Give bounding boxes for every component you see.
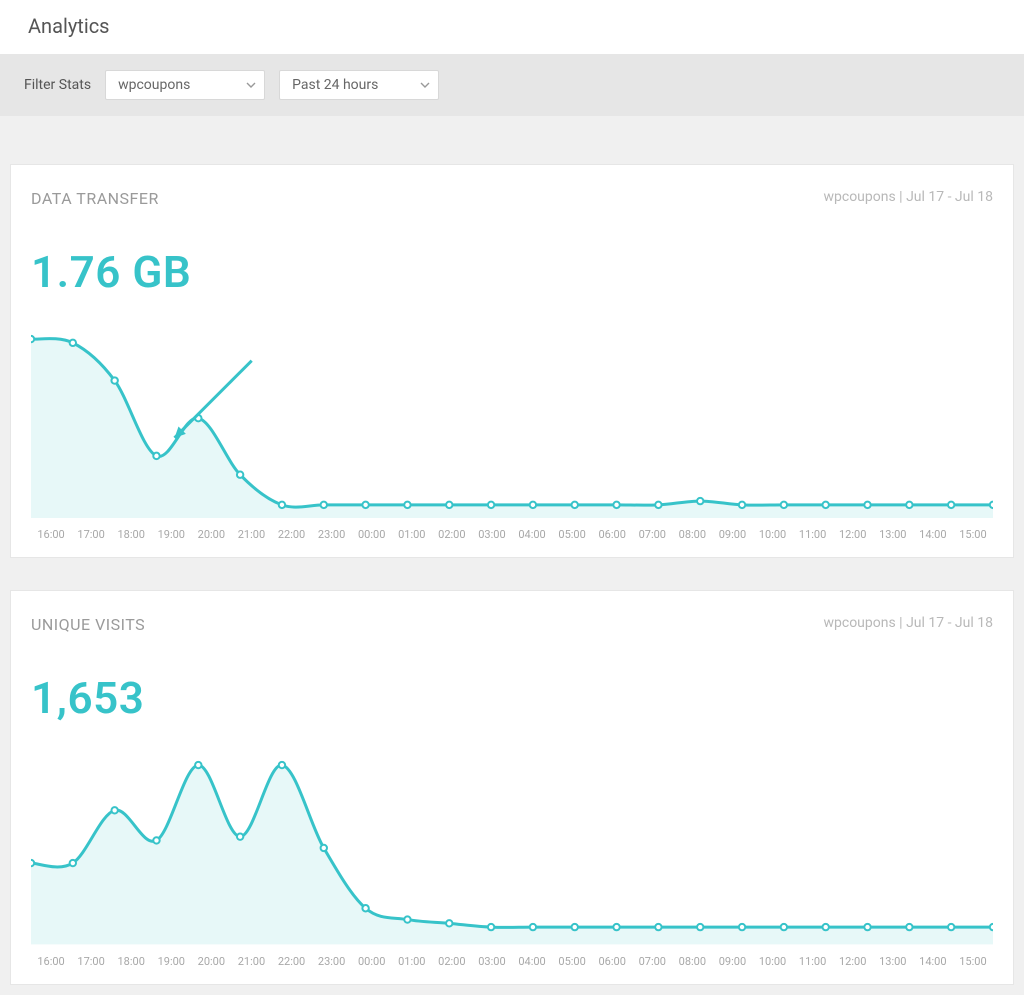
x-tick: 21:00 — [231, 949, 271, 974]
x-tick: 05:00 — [552, 522, 592, 547]
x-tick: 18:00 — [111, 522, 151, 547]
x-tick: 02:00 — [432, 949, 472, 974]
x-tick: 12:00 — [833, 949, 873, 974]
metric-value: 1.76 GB — [31, 246, 993, 298]
x-tick: 05:00 — [552, 949, 592, 974]
x-tick: 17:00 — [71, 522, 111, 547]
range-select[interactable]: Past 24 hours — [279, 70, 439, 100]
x-tick: 11:00 — [793, 522, 833, 547]
x-tick: 07:00 — [632, 522, 672, 547]
chart-svg — [31, 744, 993, 944]
card-meta: wpcoupons | Jul 17 - Jul 18 — [823, 615, 993, 631]
card-head: DATA TRANSFER wpcoupons | Jul 17 - Jul 1… — [31, 189, 993, 208]
x-tick: 04:00 — [512, 949, 552, 974]
x-tick: 21:00 — [231, 522, 271, 547]
page-body: DATA TRANSFER wpcoupons | Jul 17 - Jul 1… — [0, 116, 1024, 995]
x-axis: 16:0017:0018:0019:0020:0021:0022:0023:00… — [31, 522, 993, 547]
card-meta: wpcoupons | Jul 17 - Jul 18 — [823, 189, 993, 205]
card-unique-visits: UNIQUE VISITS wpcoupons | Jul 17 - Jul 1… — [10, 590, 1014, 984]
x-tick: 23:00 — [312, 522, 352, 547]
x-tick: 20:00 — [191, 949, 231, 974]
card-data-transfer: DATA TRANSFER wpcoupons | Jul 17 - Jul 1… — [10, 164, 1014, 558]
site-select-value: wpcoupons — [118, 77, 190, 93]
x-tick: 08:00 — [672, 949, 712, 974]
x-tick: 00:00 — [352, 522, 392, 547]
x-tick: 07:00 — [632, 949, 672, 974]
x-tick: 12:00 — [833, 522, 873, 547]
x-tick: 19:00 — [151, 522, 191, 547]
x-tick: 10:00 — [752, 522, 792, 547]
x-tick: 22:00 — [271, 522, 311, 547]
x-tick: 17:00 — [71, 949, 111, 974]
chevron-down-icon — [246, 80, 256, 90]
x-tick: 15:00 — [953, 949, 993, 974]
x-tick: 03:00 — [472, 522, 512, 547]
x-tick: 16:00 — [31, 522, 71, 547]
x-tick: 16:00 — [31, 949, 71, 974]
x-tick: 18:00 — [111, 949, 151, 974]
x-tick: 15:00 — [953, 522, 993, 547]
filter-bar: Filter Stats wpcoupons Past 24 hours — [0, 54, 1024, 116]
x-tick: 14:00 — [913, 949, 953, 974]
site-select[interactable]: wpcoupons — [105, 70, 265, 100]
x-tick: 01:00 — [392, 522, 432, 547]
x-tick: 04:00 — [512, 522, 552, 547]
x-tick: 09:00 — [712, 522, 752, 547]
x-tick: 19:00 — [151, 949, 191, 974]
x-tick: 00:00 — [352, 949, 392, 974]
x-axis: 16:0017:0018:0019:0020:0021:0022:0023:00… — [31, 949, 993, 974]
page-header: Analytics — [0, 0, 1024, 54]
x-tick: 08:00 — [672, 522, 712, 547]
x-tick: 23:00 — [312, 949, 352, 974]
x-tick: 13:00 — [873, 949, 913, 974]
x-tick: 20:00 — [191, 522, 231, 547]
filter-label: Filter Stats — [24, 77, 91, 93]
x-tick: 13:00 — [873, 522, 913, 547]
card-title: DATA TRANSFER — [31, 189, 159, 208]
x-tick: 01:00 — [392, 949, 432, 974]
chart-unique-visits: 16:0017:0018:0019:0020:0021:0022:0023:00… — [31, 744, 993, 973]
x-tick: 06:00 — [592, 522, 632, 547]
page-title: Analytics — [28, 14, 996, 38]
x-tick: 14:00 — [913, 522, 953, 547]
x-tick: 10:00 — [752, 949, 792, 974]
chart-svg — [31, 318, 993, 518]
x-tick: 06:00 — [592, 949, 632, 974]
x-tick: 09:00 — [712, 949, 752, 974]
chart-data-transfer: 16:0017:0018:0019:0020:0021:0022:0023:00… — [31, 318, 993, 547]
x-tick: 02:00 — [432, 522, 472, 547]
card-head: UNIQUE VISITS wpcoupons | Jul 17 - Jul 1… — [31, 615, 993, 634]
chevron-down-icon — [420, 80, 430, 90]
card-title: UNIQUE VISITS — [31, 615, 145, 634]
metric-value: 1,653 — [31, 672, 993, 724]
range-select-value: Past 24 hours — [292, 77, 378, 93]
x-tick: 22:00 — [271, 949, 311, 974]
x-tick: 03:00 — [472, 949, 512, 974]
x-tick: 11:00 — [793, 949, 833, 974]
